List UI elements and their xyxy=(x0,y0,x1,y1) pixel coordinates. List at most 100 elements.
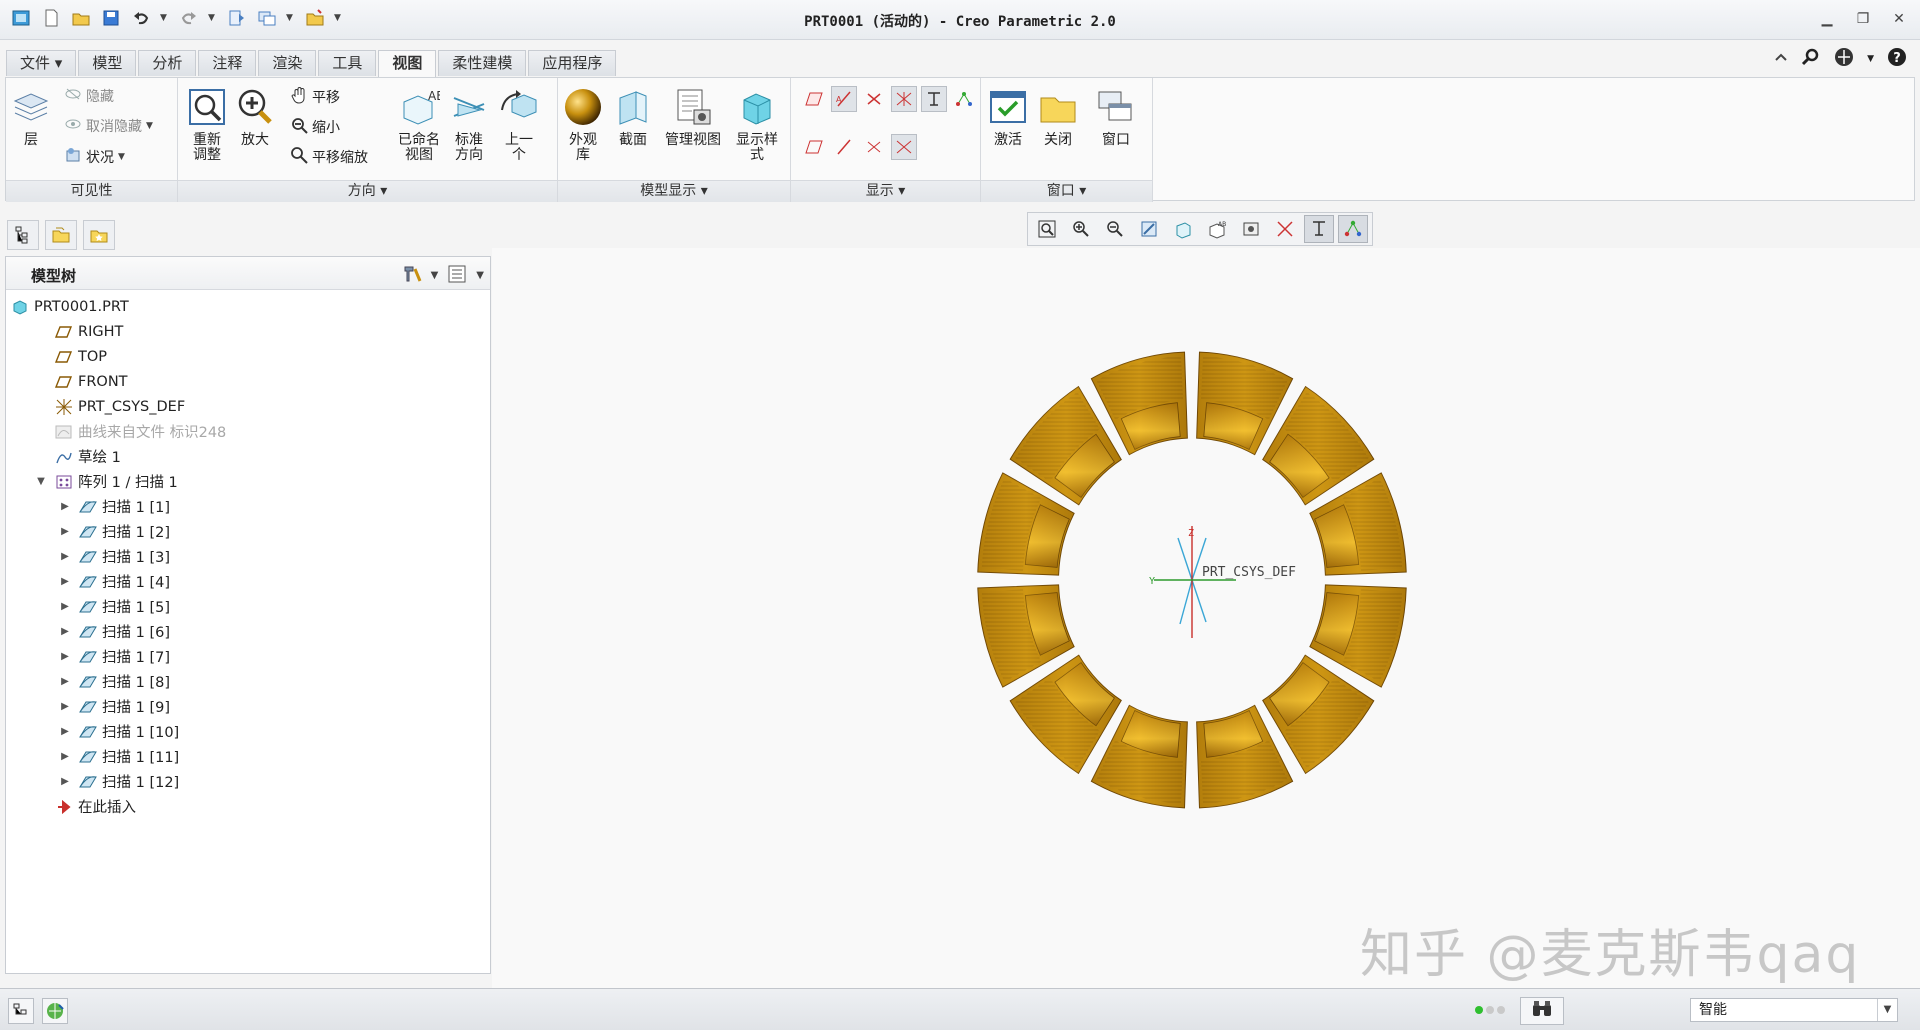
saved-orientations-icon[interactable]: AB xyxy=(1202,215,1232,243)
expand-icon[interactable]: ▶ xyxy=(58,626,72,637)
tree-item[interactable]: ▶ 扫描 1 [8] xyxy=(58,669,170,694)
plane-tag-icon[interactable] xyxy=(801,134,827,160)
axis-tag-icon[interactable] xyxy=(831,134,857,160)
standard-orientation-button[interactable]: 标准 方向 xyxy=(446,86,492,163)
restore-icon[interactable]: ❐ xyxy=(1854,10,1872,28)
refit-icon[interactable] xyxy=(1032,215,1062,243)
csys-tag-icon[interactable] xyxy=(891,134,917,160)
tab-file[interactable]: 文件 ▾ xyxy=(6,50,77,76)
collapse-icon[interactable]: ▼ xyxy=(34,476,48,487)
tree-item[interactable]: ▶ 扫描 1 [9] xyxy=(58,694,170,719)
tree-item[interactable]: ▶ 扫描 1 [4] xyxy=(58,569,170,594)
group-label-window[interactable]: 窗口 ▾ xyxy=(981,180,1152,202)
appearance-gallery-button[interactable]: 外观 库 xyxy=(560,86,606,163)
manage-views-button[interactable]: 管理视图 xyxy=(662,86,724,148)
tree-item[interactable]: PRT_CSYS_DEF xyxy=(34,394,185,419)
zoom-in-icon[interactable] xyxy=(1066,215,1096,243)
point-display-icon[interactable] xyxy=(861,86,887,112)
refit-button[interactable]: 重新 调整 xyxy=(184,86,230,163)
favorites-tab-icon[interactable] xyxy=(83,220,115,250)
datum-display-filters-icon[interactable] xyxy=(1270,215,1300,243)
expand-icon[interactable]: ▶ xyxy=(58,726,72,737)
graphics-area[interactable]: Y Z PRT_CSYS_DEF 知乎 @麦克斯韦qaq xyxy=(492,248,1920,988)
tree-item[interactable]: ▶ 扫描 1 [1] xyxy=(58,494,170,519)
community-icon[interactable] xyxy=(1833,46,1855,72)
hide-button[interactable]: 隐藏 xyxy=(64,86,114,106)
zoom-in-button[interactable]: 放大 xyxy=(232,86,278,148)
expand-icon[interactable]: ▶ xyxy=(58,601,72,612)
tab-model[interactable]: 模型 xyxy=(78,50,137,76)
csys-display-icon[interactable] xyxy=(891,86,917,112)
display-style-button[interactable]: 显示样 式 xyxy=(730,86,784,163)
pan-button[interactable]: 平移 xyxy=(290,86,340,108)
spin-center-icon[interactable] xyxy=(1338,215,1368,243)
toggle-browser-icon[interactable] xyxy=(42,998,68,1024)
status-dropdown-icon[interactable]: ▼ xyxy=(118,152,125,162)
tree-item[interactable]: ▶ 扫描 1 [7] xyxy=(58,644,170,669)
model-tree-tab-icon[interactable] xyxy=(7,220,39,250)
tab-view[interactable]: 视图 xyxy=(378,50,437,78)
unhide-dropdown-icon[interactable]: ▼ xyxy=(146,121,153,131)
tab-flexible-modeling[interactable]: 柔性建模 xyxy=(438,50,527,76)
tree-item[interactable]: ▼ 阵列 1 / 扫描 1 xyxy=(34,469,178,494)
unhide-button[interactable]: 取消隐藏 ▼ xyxy=(64,116,153,136)
show-dropdown-icon[interactable]: ▼ xyxy=(476,270,484,281)
expand-icon[interactable]: ▶ xyxy=(58,551,72,562)
search-icon[interactable] xyxy=(1801,47,1821,71)
expand-icon[interactable]: ▶ xyxy=(58,526,72,537)
minimize-icon[interactable]: ▁ xyxy=(1818,10,1836,28)
tab-render[interactable]: 渲染 xyxy=(258,50,317,76)
tree-item[interactable]: 曲线来自文件 标识248 xyxy=(34,419,226,444)
windows-button[interactable]: 窗口 xyxy=(1093,86,1139,148)
tree-item[interactable]: ▶ 扫描 1 [12] xyxy=(58,769,179,794)
expand-icon[interactable]: ▶ xyxy=(58,501,72,512)
tree-item[interactable]: ▶ 扫描 1 [6] xyxy=(58,619,170,644)
expand-icon[interactable]: ▶ xyxy=(58,676,72,687)
named-views-button[interactable]: AB 已命名 视图 xyxy=(394,86,444,163)
annotation-display-icon[interactable] xyxy=(921,86,947,112)
layer-button[interactable]: 层 xyxy=(11,86,51,148)
tree-item[interactable]: TOP xyxy=(34,344,107,369)
point-tag-icon[interactable] xyxy=(861,134,887,160)
community-dropdown-icon[interactable]: ▼ xyxy=(1867,54,1874,64)
tree-item[interactable]: ▶ 扫描 1 [10] xyxy=(58,719,179,744)
expand-icon[interactable]: ▶ xyxy=(58,776,72,787)
expand-icon[interactable]: ▶ xyxy=(58,651,72,662)
zoom-out-button[interactable]: 缩小 xyxy=(290,116,340,138)
tab-tools[interactable]: 工具 xyxy=(318,50,377,76)
activate-button[interactable]: 激活 xyxy=(985,86,1031,148)
group-label-show[interactable]: 显示 ▾ xyxy=(791,180,980,202)
pan-zoom-button[interactable]: 平移缩放 xyxy=(290,146,368,168)
help-icon[interactable]: ? xyxy=(1886,46,1908,72)
close-button[interactable]: 关闭 xyxy=(1035,86,1081,148)
zoom-out-icon[interactable] xyxy=(1100,215,1130,243)
close-icon[interactable]: ✕ xyxy=(1890,10,1908,28)
annotation-toggle-icon[interactable] xyxy=(1304,215,1334,243)
group-label-orientation[interactable]: 方向 ▾ xyxy=(178,180,557,202)
tree-root-item[interactable]: PRT0001.PRT xyxy=(10,294,129,319)
minimize-ribbon-icon[interactable] xyxy=(1773,49,1789,69)
tree-settings-icon[interactable] xyxy=(401,263,423,288)
plane-display-icon[interactable] xyxy=(801,86,827,112)
expand-icon[interactable]: ▶ xyxy=(58,751,72,762)
repaint-icon[interactable] xyxy=(1134,215,1164,243)
tree-item[interactable]: 草绘 1 xyxy=(34,444,121,469)
display-style-icon[interactable] xyxy=(1168,215,1198,243)
folder-browser-tab-icon[interactable] xyxy=(45,220,77,250)
status-button[interactable]: 状况 ▼ xyxy=(64,146,125,168)
tree-settings-dropdown-icon[interactable]: ▼ xyxy=(431,270,439,281)
expand-icon[interactable]: ▶ xyxy=(58,576,72,587)
group-label-model-display[interactable]: 模型显示 ▾ xyxy=(558,180,790,202)
tree-item[interactable]: FRONT xyxy=(34,369,128,394)
selection-filter-select[interactable]: 智能 ▼ xyxy=(1690,998,1898,1022)
tab-applications[interactable]: 应用程序 xyxy=(528,50,617,76)
tab-analysis[interactable]: 分析 xyxy=(138,50,197,76)
tree-item[interactable]: ▶ 扫描 1 [11] xyxy=(58,744,179,769)
show-tree-columns-icon[interactable] xyxy=(446,263,468,288)
expand-icon[interactable]: ▶ xyxy=(58,701,72,712)
tree-item[interactable]: ▶ 扫描 1 [3] xyxy=(58,544,170,569)
tree-item[interactable]: ▶ 扫描 1 [2] xyxy=(58,519,170,544)
spin-center-icon[interactable] xyxy=(951,86,977,112)
toggle-navigator-icon[interactable] xyxy=(8,998,34,1024)
view-manager-icon[interactable] xyxy=(1236,215,1266,243)
